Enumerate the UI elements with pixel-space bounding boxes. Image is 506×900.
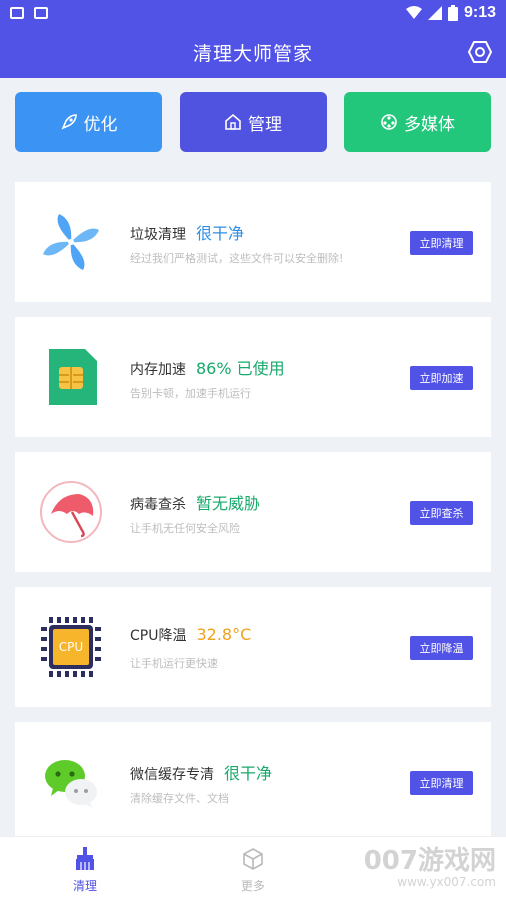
card-status: 暂无威胁 xyxy=(196,494,261,513)
card-description: 清除缓存文件、文档 xyxy=(130,792,229,805)
manage-label: 管理 xyxy=(248,114,282,135)
text-a-icon xyxy=(34,7,48,19)
card-status: 很干净 xyxy=(196,224,245,243)
pinwheel-icon xyxy=(43,214,99,270)
cpu-icon: CPU xyxy=(39,615,103,679)
scan-now-button[interactable]: 立即查杀 xyxy=(410,501,473,525)
sim-chip-icon xyxy=(49,349,97,405)
card-junk-clean: 垃圾清理 很干净 经过我们严格测试，这些文件可以安全删除! 立即清理 xyxy=(15,182,491,302)
card-status: 很干净 xyxy=(224,764,273,783)
cpu-chip-label: CPU xyxy=(58,640,84,654)
card-description: 让手机运行更快速 xyxy=(130,657,218,670)
multimedia-button[interactable]: 多媒体 xyxy=(344,92,491,152)
hexagon-settings-icon[interactable] xyxy=(468,40,492,64)
card-description: 告别卡顿，加速手机运行 xyxy=(130,387,251,400)
optimize-button[interactable]: 优化 xyxy=(15,92,162,152)
card-description: 经过我们严格测试，这些文件可以安全删除! xyxy=(130,252,344,265)
image-icon xyxy=(10,7,24,19)
broom-icon xyxy=(76,847,94,870)
wifi-icon xyxy=(405,6,422,19)
umbrella-icon xyxy=(40,481,102,543)
card-title: 微信缓存专清 很干净 xyxy=(130,764,273,783)
quick-actions: 优化 管理 多媒体 xyxy=(15,92,491,152)
card-wechat-cache: 微信缓存专清 很干净 清除缓存文件、文档 立即清理 xyxy=(15,722,491,842)
bottom-tab-bar: 清理 更多 007游戏网 www.yx007.com xyxy=(0,836,506,900)
status-bar: 9:13 xyxy=(0,0,506,26)
app-header: 清理大师管家 xyxy=(0,26,506,78)
clean-now-button[interactable]: 立即清理 xyxy=(410,231,473,255)
card-virus-scan: 病毒查杀 暂无威胁 让手机无任何安全风险 立即查杀 xyxy=(15,452,491,572)
wechat-clean-now-button[interactable]: 立即清理 xyxy=(410,771,473,795)
card-status: 86% 已使用 xyxy=(196,359,285,378)
clock: 9:13 xyxy=(463,4,496,21)
cool-now-button[interactable]: 立即降温 xyxy=(410,636,473,660)
optimize-label: 优化 xyxy=(83,114,118,135)
tab-more-label: 更多 xyxy=(240,879,265,893)
tab-more[interactable]: 更多 xyxy=(223,847,283,894)
card-description: 让手机无任何安全风险 xyxy=(130,522,240,535)
wechat-icon xyxy=(45,760,97,808)
card-title: 内存加速 86% 已使用 xyxy=(130,359,285,378)
card-status: 32.8°C xyxy=(196,625,252,644)
rocket-icon xyxy=(60,114,77,130)
watermark: 007游戏网 www.yx007.com xyxy=(363,846,496,889)
signal-icon xyxy=(427,6,442,20)
card-memory-boost: 内存加速 86% 已使用 告别卡顿，加速手机运行 立即加速 xyxy=(15,317,491,437)
card-cpu-cool: CPU CPU降温 32.8°C 让手机运行更快速 立即降温 xyxy=(15,587,491,707)
card-title: 垃圾清理 很干净 xyxy=(130,224,245,243)
home-icon xyxy=(225,113,241,130)
tab-clean[interactable]: 清理 xyxy=(55,847,115,894)
page-title: 清理大师管家 xyxy=(192,42,313,65)
battery-icon xyxy=(447,5,458,21)
card-title: CPU降温 32.8°C xyxy=(130,625,252,644)
tab-clean-label: 清理 xyxy=(72,879,97,893)
boost-now-button[interactable]: 立即加速 xyxy=(410,366,473,390)
cube-icon xyxy=(243,848,263,870)
multimedia-label: 多媒体 xyxy=(404,114,455,135)
media-icon xyxy=(381,114,397,130)
manage-button[interactable]: 管理 xyxy=(179,92,327,152)
card-title: 病毒查杀 暂无威胁 xyxy=(130,494,261,513)
